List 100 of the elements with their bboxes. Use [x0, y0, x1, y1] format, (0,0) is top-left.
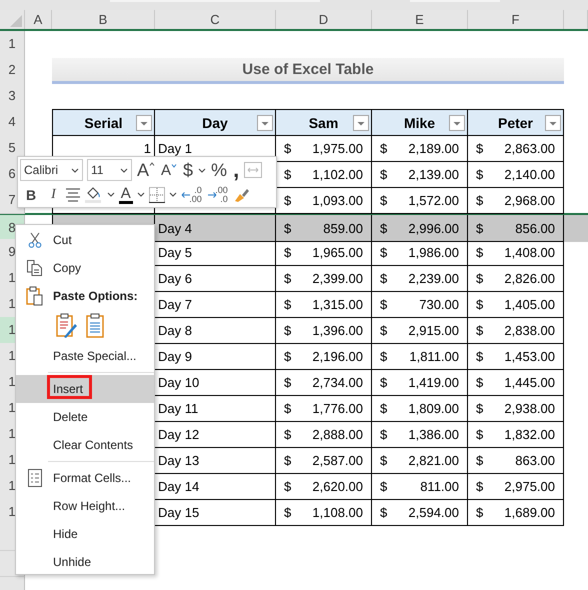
column-heading: Serial — [52, 109, 155, 136]
currency-symbol: $ — [380, 246, 388, 258]
format-button[interactable]: $ — [182, 161, 194, 179]
column-header[interactable]: D — [276, 10, 372, 29]
comma-style-button[interactable]: , — [232, 161, 240, 179]
amount-value: 2,587.00 — [312, 454, 363, 466]
currency-symbol: $ — [476, 272, 484, 284]
currency-symbol: $ — [380, 222, 388, 234]
amount-value: 1,408.00 — [504, 246, 555, 258]
italic-button[interactable]: I — [46, 188, 61, 202]
currency-symbol: $ — [380, 480, 388, 492]
currency-symbol: $ — [380, 298, 388, 310]
currency-symbol: $ — [476, 402, 484, 414]
currency-symbol: $ — [476, 376, 484, 388]
currency-symbol: $ — [380, 168, 388, 180]
column-header[interactable]: C — [155, 10, 276, 29]
amount-value: 1,811.00 — [409, 350, 459, 362]
column-heading: Mike — [372, 109, 468, 136]
amount-value: 1,572.00 — [408, 194, 459, 206]
amount-value: 2,968.00 — [504, 194, 555, 206]
column-header[interactable]: A — [25, 10, 52, 29]
currency-symbol: $ — [380, 454, 388, 466]
currency-symbol: $ — [476, 142, 484, 154]
amount-value: 730.00 — [419, 298, 459, 310]
amount-value: 2,620.00 — [312, 480, 363, 492]
currency-symbol: $ — [284, 454, 292, 466]
currency-symbol: $ — [380, 194, 388, 206]
amount-value: 2,594.00 — [408, 506, 459, 518]
amount-value: 2,139.00 — [408, 168, 459, 180]
amount-value: 1,405.00 — [504, 298, 555, 310]
amount-value: 2,938.00 — [504, 402, 555, 414]
row-header[interactable]: 3 — [0, 83, 25, 110]
currency-symbol: $ — [380, 350, 388, 362]
amount-value: 1,093.00 — [312, 194, 363, 206]
currency-symbol: $ — [476, 506, 484, 518]
currency-symbol: $ — [284, 272, 292, 284]
row-header[interactable]: 1 — [0, 31, 25, 58]
amount-value: 2,399.00 — [312, 272, 363, 284]
currency-symbol: $ — [380, 428, 388, 440]
menu-item[interactable]: Insert — [16, 375, 154, 403]
shrink-font-button[interactable]: A — [160, 162, 178, 178]
amount-value: 2,189.00 — [408, 142, 459, 154]
currency-symbol: $ — [284, 246, 292, 258]
amount-value: 2,996.00 — [408, 222, 459, 234]
currency-symbol: $ — [476, 222, 484, 234]
grow-font-button[interactable]: A — [136, 161, 156, 179]
table-title: Use of Excel Table — [52, 58, 564, 84]
amount-value: 1,965.00 — [312, 246, 363, 258]
currency-symbol: $ — [380, 506, 388, 518]
column-header[interactable]: B — [52, 10, 155, 29]
currency-symbol: $ — [284, 376, 292, 388]
column-header[interactable]: F — [468, 10, 564, 29]
format-button[interactable]: % — [210, 161, 228, 179]
amount-value: 1,419.00 — [408, 376, 459, 388]
amount-value: 1,396.00 — [312, 324, 363, 336]
font-name-field[interactable]: Calibri — [20, 159, 83, 181]
amount-value: 863.00 — [515, 454, 555, 466]
currency-symbol: $ — [476, 194, 484, 206]
column-header[interactable]: E — [372, 10, 468, 29]
table-cell: Day 4 — [155, 215, 276, 242]
currency-symbol: $ — [380, 142, 388, 154]
amount-value: 859.00 — [323, 222, 363, 234]
amount-value: 1,832.00 — [504, 428, 555, 440]
currency-symbol: $ — [476, 324, 484, 336]
decrease-decimal-button[interactable]: .00 .0 — [206, 186, 229, 204]
currency-symbol: $ — [476, 246, 484, 258]
currency-symbol: $ — [380, 402, 388, 414]
column-heading: Peter — [468, 109, 564, 136]
amount-value: 1,386.00 — [408, 428, 459, 440]
currency-symbol: $ — [476, 454, 484, 466]
currency-symbol: $ — [284, 350, 292, 362]
font-size-field[interactable]: 11 — [87, 159, 132, 181]
currency-symbol: $ — [380, 376, 388, 388]
currency-symbol: $ — [284, 222, 292, 234]
amount-value: 2,734.00 — [312, 376, 363, 388]
currency-symbol: $ — [476, 168, 484, 180]
increase-decimal-button[interactable]: .0 .00 — [180, 186, 203, 204]
menu-item[interactable]: Unhide — [16, 548, 154, 576]
amount-value: 1,689.00 — [504, 506, 555, 518]
currency-symbol: $ — [476, 350, 484, 362]
amount-value: 2,140.00 — [504, 168, 555, 180]
amount-value: 2,975.00 — [504, 480, 555, 492]
row-header[interactable]: 2 — [0, 57, 25, 84]
menu-heading: Paste Options: — [53, 289, 138, 303]
row-header[interactable]: 5 — [0, 135, 25, 162]
amount-value: 1,102.00 — [312, 168, 363, 180]
currency-symbol: $ — [284, 324, 292, 336]
amount-value: 2,196.00 — [312, 350, 363, 362]
currency-symbol: $ — [284, 480, 292, 492]
currency-symbol: $ — [284, 428, 292, 440]
amount-value: 2,838.00 — [504, 324, 555, 336]
font-color-button[interactable]: A — [118, 186, 133, 204]
amount-value: 1,975.00 — [312, 142, 363, 154]
currency-symbol: $ — [284, 168, 292, 180]
currency-symbol: $ — [284, 298, 292, 310]
row-header[interactable]: 4 — [0, 109, 25, 136]
amount-value: 1,986.00 — [408, 246, 459, 258]
amount-value: 1,445.00 — [504, 376, 555, 388]
currency-symbol: $ — [380, 324, 388, 336]
column-heading: Sam — [276, 109, 372, 136]
